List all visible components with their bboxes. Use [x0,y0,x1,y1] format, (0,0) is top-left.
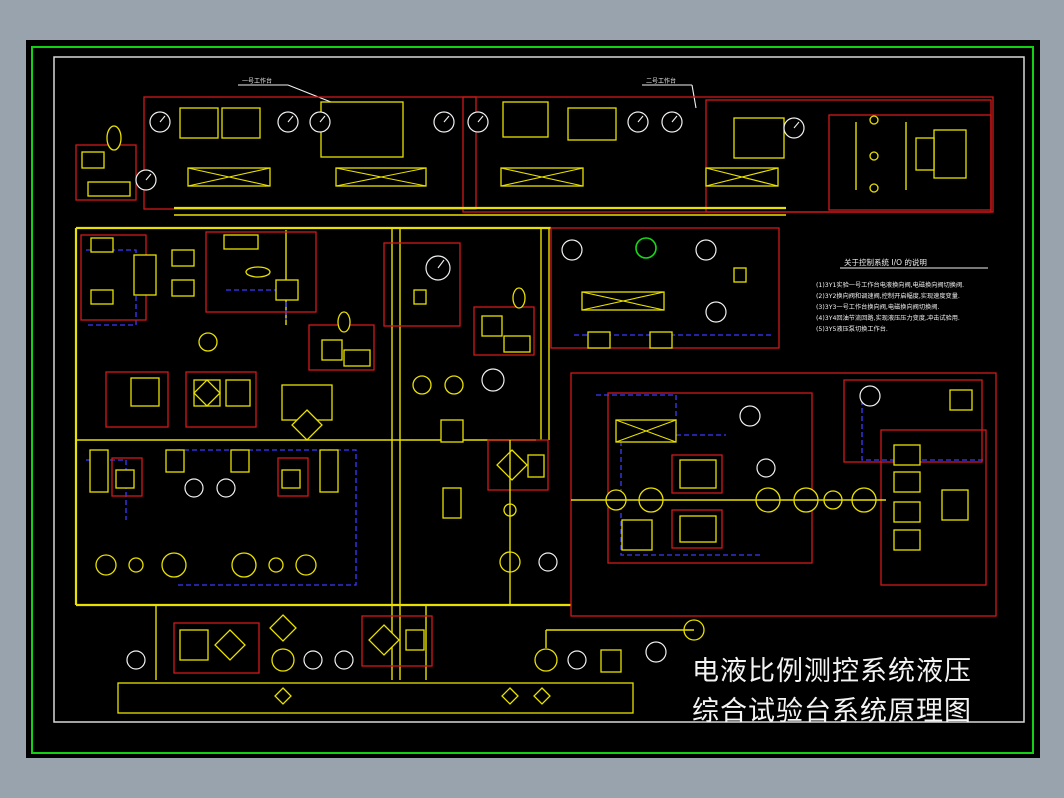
notes-line-3: (3)3Y3一号工作台换向阀,电磁换向阀切换阀. [816,303,939,311]
notes-title: 关于控制系统 I/O 的说明 [844,257,927,267]
top-right-actuator [855,115,967,193]
notes-line-4: (4)3Y4回油节流回路,实现液压压力变度,冲击试验用. [816,314,960,322]
main-pipes [74,206,786,680]
title-line-2: 综合试验台系统原理图 [692,696,972,727]
right-middle-block [550,227,780,349]
bottom-tank-section [117,614,705,714]
hydraulic-schematic: 一号工作台 二号工作台 关于控制系统 I/O 的说明 (1)3Y1实验一号工作台… [31,46,1034,754]
title-line-1: 电液比例测控系统液压 [692,656,972,687]
station2-label: 二号工作台 [646,77,676,85]
center-components [383,242,558,605]
drawing-viewport[interactable]: 一号工作台 二号工作台 关于控制系统 I/O 的说明 (1)3Y1实验一号工作台… [26,40,1040,758]
notes-line-5: (5)3Y5液压泵切换工作台. [816,325,888,333]
control-lines [86,249,986,586]
left-components [80,231,375,578]
notes-line-1: (1)3Y1实验一号工作台电液换向阀,电磁换向阀切换阀. [816,281,964,289]
notes-block: 关于控制系统 I/O 的说明 (1)3Y1实验一号工作台电液换向阀,电磁换向阀切… [816,257,988,333]
right-test-section [570,372,997,617]
station-labels: 一号工作台 二号工作台 [238,77,697,109]
notes-line-2: (2)3Y2换向阀和调速阀,控制开启幅度,实现速度变量. [816,292,960,300]
station1-label: 一号工作台 [242,77,272,85]
title-block: 电液比例测控系统液压 综合试验台系统原理图 [692,656,972,727]
